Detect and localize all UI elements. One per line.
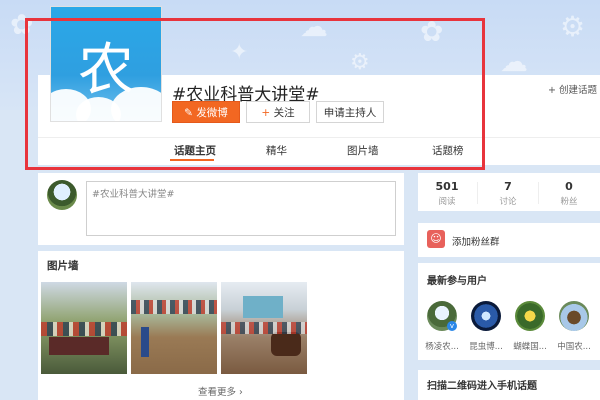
- stat-fans-count: 0: [565, 180, 573, 193]
- user-name[interactable]: 杨凌农...: [422, 340, 462, 352]
- cloud-icon: ☁: [300, 10, 328, 43]
- post-icon: ✎: [184, 107, 197, 119]
- qr-title: 扫描二维码进入手机话题: [427, 381, 537, 392]
- post-label: 发微博: [196, 107, 228, 119]
- apply-host-button[interactable]: 申请主持人: [316, 101, 384, 123]
- post-weibo-button[interactable]: ✎ 发微博: [172, 101, 240, 123]
- avatar[interactable]: [471, 301, 501, 331]
- stat-discussion-count: 7: [504, 180, 512, 193]
- fans-group-card[interactable]: [418, 223, 600, 257]
- stat-discussion-label: 讨论: [499, 197, 517, 207]
- stat-fans-label: 粉丝: [560, 197, 578, 207]
- divider: [538, 182, 539, 204]
- stat-read-label: 阅读: [438, 197, 456, 207]
- star-icon: ✦: [230, 40, 249, 65]
- photo-thumbnail[interactable]: [221, 282, 307, 374]
- tab-home[interactable]: 话题主页: [174, 143, 216, 158]
- active-tab-indicator: [170, 159, 214, 161]
- view-more-link[interactable]: 查看更多 ›: [198, 384, 243, 398]
- follow-button[interactable]: + 关注: [246, 101, 310, 123]
- cloud-icon: ☁: [500, 45, 528, 78]
- add-fans-group-link[interactable]: 添加粉丝群: [452, 234, 500, 248]
- avatar[interactable]: [515, 301, 545, 331]
- topic-avatar: 农: [50, 6, 162, 122]
- stat-read-count: 501: [435, 180, 459, 193]
- flower-icon: ✿: [10, 8, 34, 41]
- gear-icon: ⚙: [560, 10, 586, 43]
- follow-label: 关注: [273, 107, 295, 119]
- create-topic-link[interactable]: + 创建话题: [548, 82, 597, 96]
- gear-icon: ⚙: [350, 50, 370, 75]
- recent-users-title: 最新参与用户: [427, 276, 487, 287]
- user-name[interactable]: 中国农...: [554, 340, 594, 352]
- group-icon: ☺: [427, 230, 445, 248]
- user-name[interactable]: 蝴蝶国...: [510, 340, 550, 352]
- post-input[interactable]: #农业科普大讲堂#: [86, 181, 396, 236]
- apply-host-label: 申请主持人: [323, 107, 377, 119]
- tab-photo-wall[interactable]: 图片墙: [347, 143, 379, 158]
- divider: [477, 182, 478, 204]
- verified-icon: v: [447, 321, 457, 331]
- tabs-divider: [38, 137, 600, 138]
- photo-thumbnail[interactable]: [131, 282, 217, 374]
- avatar[interactable]: [559, 301, 589, 331]
- plus-icon: +: [261, 107, 271, 119]
- tab-rankings[interactable]: 话题榜: [432, 143, 464, 158]
- photo-thumbnail[interactable]: [41, 282, 127, 374]
- avatar[interactable]: [47, 180, 77, 210]
- photo-wall-title: 图片墙: [47, 260, 79, 272]
- tab-featured[interactable]: 精华: [266, 143, 287, 158]
- flower-icon: ✿: [420, 15, 444, 48]
- user-name[interactable]: 昆虫博...: [466, 340, 506, 352]
